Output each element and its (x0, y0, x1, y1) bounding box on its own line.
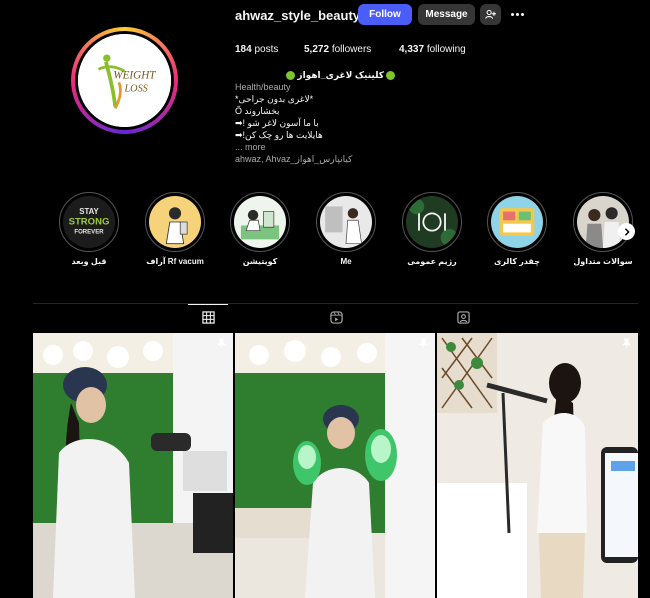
highlight-cover (320, 196, 372, 248)
following-label: following (426, 44, 466, 55)
profile-avatar-ring[interactable]: WEIGHT LOSS (71, 27, 178, 134)
pinned-icon (216, 338, 227, 349)
post-thumbnail[interactable] (33, 333, 233, 598)
followers-link[interactable]: 5,272 followers (304, 44, 371, 55)
svg-text:LOSS: LOSS (124, 84, 148, 95)
tagged-icon (456, 310, 470, 324)
highlight-label: سوالات متداول (573, 257, 633, 266)
avatar-border: WEIGHT LOSS (75, 31, 174, 130)
highlight-ring (316, 192, 376, 252)
highlight-item[interactable]: رژیم عمومی (402, 192, 462, 266)
bio-line: Ő بخشاروند (235, 106, 280, 116)
highlight-label: آراف Rf vacum (146, 257, 204, 266)
highlight-cover (149, 196, 201, 248)
following-link[interactable]: 4,337 following (399, 44, 466, 55)
svg-text:FOREVER: FOREVER (74, 229, 104, 235)
highlight-label: کویتیشن (242, 257, 278, 266)
add-user-icon (485, 9, 496, 19)
highlight-label: چقدر کالری (494, 257, 540, 266)
avatar[interactable]: WEIGHT LOSS (78, 34, 171, 127)
posts-count-value: 184 (235, 44, 252, 55)
post-thumbnail[interactable] (235, 333, 435, 598)
highlight-item[interactable]: چقدر کالری (487, 192, 547, 266)
weight-loss-logo: WEIGHT LOSS (78, 34, 171, 127)
pinned-icon (621, 338, 632, 349)
highlight-item[interactable]: STAY STRONG FOREVER قبل وبعد (59, 192, 119, 266)
bio-name-row: کلینیک لاغری_اهواز (235, 69, 395, 81)
followers-count-value: 5,272 (304, 44, 330, 55)
posts-count: 184 posts (235, 44, 278, 55)
highlight-ring (402, 192, 462, 252)
highlight-ring (145, 192, 205, 252)
bio-category: Health/beauty (235, 82, 291, 92)
bio-line: هایلایت ها رو چک کن!➡ (235, 130, 323, 140)
highlight-ring: STAY STRONG FOREVER (59, 192, 119, 252)
highlight-item[interactable]: Me (316, 192, 376, 266)
post-image (437, 333, 638, 598)
highlight-cover (406, 196, 458, 248)
profile-username: ahwaz_style_beauty (235, 8, 361, 23)
posts-tab[interactable] (188, 304, 228, 330)
green-apple-icon (386, 70, 395, 80)
highlight-cover (491, 196, 543, 248)
highlight-label: قبل وبعد (71, 257, 107, 266)
chevron-right-icon (624, 227, 630, 236)
svg-text:STAY: STAY (79, 207, 99, 216)
posts-label: posts (254, 44, 279, 55)
suggested-users-button[interactable] (480, 4, 501, 25)
highlights-next-button[interactable] (618, 223, 635, 240)
highlight-label: رژیم عمومی (407, 257, 457, 266)
message-button[interactable]: Message (418, 4, 475, 25)
svg-text:WEIGHT: WEIGHT (113, 70, 156, 82)
bio-line: با ما آسون لاغر شو !➡ (235, 118, 319, 128)
highlight-ring (573, 192, 633, 252)
post-image (33, 333, 233, 598)
more-options-icon[interactable] (508, 6, 526, 22)
highlight-item[interactable]: کویتیشن (230, 192, 290, 266)
bio-name: کلینیک لاغری_اهواز (297, 70, 384, 80)
following-count-value: 4,337 (399, 44, 425, 55)
highlight-label: Me (340, 257, 352, 266)
follow-button[interactable]: Follow (358, 4, 412, 25)
green-apple-icon (286, 70, 296, 80)
highlight-ring (230, 192, 290, 252)
bio-location[interactable]: ahwaz, Ahvaz_کیانپارس_اهواز (235, 153, 395, 165)
bio-line: *لاغری بدون جراحی* (235, 94, 314, 104)
bio-more-link[interactable]: ... more (235, 141, 395, 153)
post-image (235, 333, 435, 598)
reels-tab[interactable] (316, 304, 356, 330)
reels-icon (329, 310, 343, 324)
pinned-icon (418, 338, 429, 349)
highlight-cover: STAY STRONG FOREVER (63, 196, 115, 248)
followers-label: followers (331, 44, 372, 55)
post-thumbnail[interactable] (437, 333, 638, 598)
highlight-item[interactable]: آراف Rf vacum (145, 192, 205, 266)
highlight-cover (577, 196, 629, 248)
grid-icon (201, 311, 215, 324)
svg-text:STRONG: STRONG (69, 217, 110, 228)
tagged-tab[interactable] (443, 304, 483, 330)
highlight-ring (487, 192, 547, 252)
profile-bio: کلینیک لاغری_اهواز Health/beauty *لاغری … (235, 69, 395, 165)
highlight-cover (234, 196, 286, 248)
